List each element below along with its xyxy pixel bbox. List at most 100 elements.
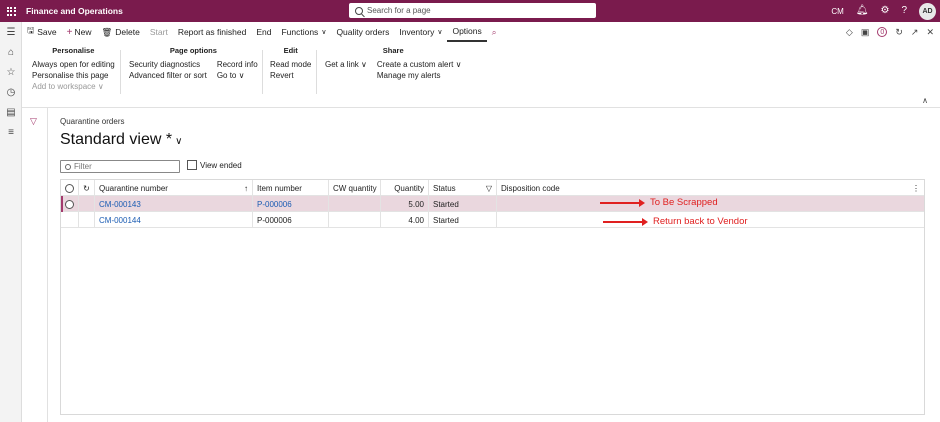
start-button[interactable]: Start (145, 22, 173, 42)
row-select-radio[interactable] (61, 196, 79, 212)
filter-funnel-icon[interactable]: ▽ (30, 116, 37, 127)
column-header-quantity[interactable]: Quantity (381, 180, 429, 196)
column-header-cw-quantity[interactable]: CW quantity (329, 180, 381, 196)
refresh-icon[interactable]: ↻ (79, 180, 95, 196)
column-header-status[interactable]: Status ▽ (429, 180, 497, 196)
annotation-return-to-vendor: Return back to Vendor (603, 216, 748, 227)
chevron-down-icon: ∨ (97, 82, 104, 91)
main-content: Quarantine orders Standard view * ∨ View… (48, 108, 940, 422)
action-search-icon[interactable]: ⌕ (487, 22, 502, 42)
modules-list-icon[interactable]: ≡ (0, 122, 22, 142)
avatar[interactable]: AD (919, 2, 936, 20)
go-to-menu[interactable]: Go to ∨ (217, 70, 258, 81)
office-icon[interactable]: ▣ (861, 27, 870, 38)
recent-clock-icon[interactable]: ◷ (0, 82, 22, 102)
table-row[interactable]: CM-000144 P-000006 4.00 Started (61, 212, 924, 228)
app-launcher-icon[interactable] (0, 0, 22, 22)
table-row[interactable]: CM-000143 P-000006 5.00 Started (61, 196, 924, 212)
workspaces-icon[interactable]: ▤ (0, 102, 22, 122)
search-icon (65, 163, 71, 170)
always-open-for-editing-button[interactable]: Always open for editing (32, 59, 115, 70)
home-icon[interactable]: ⌂ (0, 42, 22, 62)
gear-icon[interactable]: ⚙ (880, 6, 889, 16)
action-pane: 🖫︎ Save + New 🗑︎ Delete Start Report as fin… (22, 22, 940, 42)
revert-button[interactable]: Revert (270, 70, 311, 81)
sort-arrow-icon: ↑ (244, 183, 248, 193)
read-mode-button[interactable]: Read mode (270, 59, 311, 70)
column-header-disposition-code[interactable]: Disposition code ⋮ (497, 180, 924, 196)
new-button[interactable]: + New (62, 22, 97, 42)
row-spacer (79, 212, 95, 228)
quality-orders-button[interactable]: Quality orders (331, 22, 394, 42)
chevron-down-icon: ∨ (321, 29, 327, 36)
attachments-badge[interactable]: 0 (877, 27, 888, 37)
grid-header-row: ↻ Quarantine number ↑ Item number CW quan… (61, 180, 924, 196)
save-button[interactable]: 🖫︎ Save (22, 22, 62, 42)
end-button[interactable]: End (251, 22, 276, 42)
inventory-menu[interactable]: Inventory ∨ (394, 22, 447, 42)
item-number-cell: P-000006 (253, 212, 329, 228)
filter-funnel-icon[interactable]: ▽ (486, 184, 492, 193)
collapse-ribbon-icon[interactable]: ∧ (922, 96, 928, 105)
ribbon-divider (262, 50, 263, 94)
arrow-right-icon (603, 217, 648, 226)
arrow-right-icon (600, 198, 645, 207)
filter-input-box[interactable] (60, 160, 180, 173)
create-custom-alert-menu[interactable]: Create a custom alert ∨ (377, 59, 462, 70)
bell-icon[interactable]: 🔔︎ (856, 6, 869, 16)
search-icon (355, 6, 363, 15)
security-diagnostics-button[interactable]: Security diagnostics (129, 59, 207, 70)
view-ended-checkbox[interactable] (187, 160, 197, 170)
manage-my-alerts-button[interactable]: Manage my alerts (377, 70, 462, 81)
filter-input[interactable] (74, 162, 174, 171)
search-placeholder: Search for a page (367, 6, 431, 15)
select-all-radio[interactable] (61, 180, 79, 196)
column-header-item-number[interactable]: Item number (253, 180, 329, 196)
company-picker[interactable]: CM (831, 7, 843, 16)
power-apps-icon[interactable]: ◇ (846, 27, 853, 38)
row-spacer (79, 196, 95, 212)
more-options-icon[interactable]: ⋮ (912, 184, 920, 193)
quarantine-number-link[interactable]: CM-000143 (95, 196, 253, 212)
cw-quantity-cell (329, 212, 381, 228)
report-as-finished-button[interactable]: Report as finished (173, 22, 252, 42)
selected-row-indicator (61, 196, 63, 212)
plus-icon: + (66, 26, 73, 38)
group-title-edit: Edit (283, 46, 298, 55)
filter-pane: ▽ (22, 108, 48, 422)
favorites-star-icon[interactable]: ☆ (0, 62, 22, 82)
add-to-workspace-button[interactable]: Add to workspace ∨ (32, 81, 115, 92)
personalise-this-page-button[interactable]: Personalise this page (32, 70, 115, 81)
chevron-down-icon: ∨ (437, 29, 443, 36)
left-navigation: ☰ ⌂ ☆ ◷ ▤ ≡ (0, 22, 22, 422)
hamburger-menu-icon[interactable]: ☰ (0, 22, 22, 42)
row-select-cell[interactable] (61, 212, 79, 228)
status-cell: Started (429, 196, 497, 212)
annotation-to-be-scrapped: To Be Scrapped (600, 197, 718, 208)
column-header-quarantine-number[interactable]: Quarantine number ↑ (95, 180, 253, 196)
options-ribbon: Personalise Always open for editing Pers… (22, 42, 940, 108)
view-ended-toggle[interactable]: View ended (187, 160, 242, 170)
advanced-filter-button[interactable]: Advanced filter or sort (129, 70, 207, 81)
functions-menu[interactable]: Functions ∨ (276, 22, 331, 42)
open-new-window-icon[interactable]: ↗ (911, 27, 919, 38)
delete-button[interactable]: 🗑︎ Delete (96, 22, 144, 42)
view-selector[interactable]: Standard view * ∨ (60, 131, 182, 149)
chevron-down-icon: ∨ (175, 136, 183, 147)
ribbon-group-personalise: Personalise Always open for editing Pers… (32, 46, 115, 92)
tab-options[interactable]: Options (447, 22, 487, 42)
record-info-button[interactable]: Record info (217, 59, 258, 70)
status-cell: Started (429, 212, 497, 228)
item-number-link[interactable]: P-000006 (253, 196, 329, 212)
group-title-personalise: Personalise (52, 46, 95, 55)
quarantine-number-link[interactable]: CM-000144 (95, 212, 253, 228)
chevron-down-icon: ∨ (361, 60, 367, 69)
help-icon[interactable]: ? (901, 6, 907, 16)
global-search-input[interactable]: Search for a page (349, 3, 596, 18)
top-bar: Finance and Operations Search for a page… (0, 0, 940, 22)
close-icon[interactable]: ✕ (926, 27, 934, 38)
chevron-down-icon: ∨ (455, 60, 462, 69)
ribbon-divider (316, 50, 317, 94)
get-a-link-menu[interactable]: Get a link ∨ (325, 59, 367, 70)
refresh-icon[interactable]: ↻ (895, 27, 903, 38)
